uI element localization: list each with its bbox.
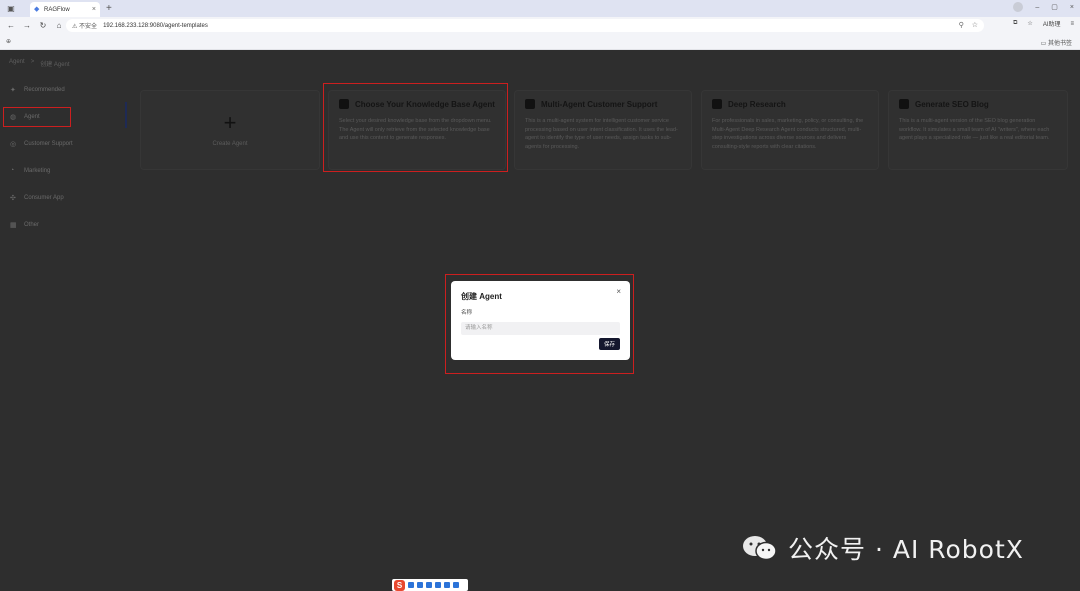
sidebar-item-label: Consumer App (24, 194, 64, 201)
customer-support-icon (525, 99, 535, 109)
back-icon[interactable]: ← (6, 21, 16, 30)
bookmarks-bar: ⊕ ▭ 其他书签 (0, 34, 1080, 50)
create-agent-modal: 创建 Agent × 名称 保存 (451, 281, 630, 360)
create-agent-label: Create Agent (212, 141, 248, 147)
template-card-deep-research[interactable]: Deep Research For professionals in sales… (701, 90, 879, 170)
bookmark-star-icon[interactable]: ☆ (972, 21, 978, 29)
profile-avatar[interactable] (1013, 2, 1024, 12)
ime-chinese-icon[interactable] (408, 582, 414, 588)
breadcrumb-separator: > (30, 59, 35, 65)
plus-icon: + (223, 110, 237, 135)
browser-tab[interactable]: ◆ RAGFlow × (30, 2, 100, 17)
tab-close-icon[interactable]: × (92, 6, 96, 13)
ai-assistant-label: AI助理 (1042, 22, 1061, 28)
sidebar-item-label: Other (24, 221, 40, 228)
address-bar-row: ← → ↻ ⌂ ⚠ 不安全 192.168.233.128:9080/agent… (0, 17, 1080, 34)
knowledge-base-icon (339, 99, 349, 109)
sidebar-item-consumer-app[interactable]: ✣ Consumer App (0, 185, 128, 210)
ragflow-favicon-icon: ◆ (34, 6, 40, 13)
window-menu-icon[interactable]: ▣ (4, 2, 18, 16)
template-card-header: Multi-Agent Customer Support (525, 99, 681, 109)
browser-tab-bar: ▣ ◆ RAGFlow × + – ▢ × (0, 0, 1080, 17)
reload-icon[interactable]: ↻ (38, 21, 48, 30)
template-description: This is a multi-agent version of the SEO… (899, 118, 1050, 141)
seo-blog-icon (899, 99, 909, 109)
ime-punctuation-icon[interactable] (417, 582, 423, 588)
other-bookmarks-label: 其他书签 (1047, 41, 1072, 47)
support-icon: ◎ (10, 140, 17, 148)
template-title: Multi-Agent Customer Support (541, 99, 658, 109)
sidebar-active-indicator (125, 102, 127, 128)
wechat-logo-icon (740, 533, 780, 563)
agent-name-input[interactable] (461, 321, 620, 335)
url-actions: ⚲ ☆ (959, 21, 978, 29)
minimize-icon[interactable]: – (1035, 4, 1039, 11)
marketing-icon: ◔ (10, 167, 15, 174)
ime-voice-icon[interactable] (426, 582, 432, 588)
template-title: Generate SEO Blog (915, 99, 989, 109)
app-icon: ✣ (10, 194, 16, 202)
ime-toolbar: S (392, 579, 468, 591)
modal-title: 创建 Agent (461, 292, 502, 301)
ime-keyboard-icon[interactable] (435, 582, 441, 588)
sidebar-item-marketing[interactable]: ◔ Marketing (0, 158, 128, 183)
insecure-warning[interactable]: ⚠ 不安全 (72, 21, 97, 30)
template-card-header: Generate SEO Blog (899, 99, 1057, 109)
grid-icon: ▦ (10, 221, 17, 229)
watermark-text: 公众号 · AI RobotX (788, 535, 1024, 564)
breadcrumb: Agent > 创建 Agent (9, 59, 70, 68)
template-category-sidebar: ✦ Recommended ◍ Agent ◎ Customer Support… (0, 77, 128, 237)
template-card-seo-blog[interactable]: Generate SEO Blog This is a multi-agent … (888, 90, 1068, 170)
star-icon: ✦ (10, 86, 16, 94)
template-description: This is a multi-agent system for intelli… (525, 118, 678, 150)
menu-icon[interactable]: ≡ (1070, 21, 1074, 27)
template-card-knowledge-base[interactable]: Choose Your Knowledge Base Agent Select … (328, 90, 506, 170)
other-bookmarks[interactable]: ▭ 其他书签 (1041, 38, 1072, 47)
template-description: For professionals in sales, marketing, p… (712, 118, 864, 150)
breadcrumb-current: 创建 Agent (40, 62, 70, 68)
restore-icon[interactable]: ▢ (1051, 3, 1058, 11)
name-label: 名称 (461, 310, 473, 316)
ai-assistant-button[interactable]: AI助理 (1043, 19, 1061, 28)
breadcrumb-root[interactable]: Agent (9, 59, 25, 68)
sidebar-item-label: Marketing (24, 167, 51, 174)
agent-icon: ◍ (10, 113, 17, 121)
save-button[interactable]: 保存 (599, 338, 620, 350)
url-field[interactable]: ⚠ 不安全 192.168.233.128:9080/agent-templat… (66, 19, 984, 32)
sidebar-item-label: Recommended (24, 86, 65, 93)
template-description: Select your desired knowledge base from … (339, 118, 492, 141)
sidebar-item-agent[interactable]: ◍ Agent (0, 104, 128, 129)
template-card-customer-support[interactable]: Multi-Agent Customer Support This is a m… (514, 90, 692, 170)
close-icon[interactable]: × (616, 287, 621, 296)
deep-research-icon (712, 99, 722, 109)
forward-icon[interactable]: → (22, 21, 32, 30)
sidebar-item-customer-support[interactable]: ◎ Customer Support (0, 131, 128, 156)
bookmark-apps-icon[interactable]: ⊕ (6, 38, 11, 45)
location-icon[interactable]: ⚲ (959, 21, 964, 29)
create-agent-card[interactable]: + Create Agent (140, 90, 320, 170)
insecure-label: 不安全 (79, 24, 98, 30)
template-card-header: Choose Your Knowledge Base Agent (339, 99, 495, 109)
favorites-icon[interactable]: ☆ (1027, 20, 1032, 27)
new-tab-icon[interactable]: + (106, 3, 112, 14)
template-card-header: Deep Research (712, 99, 868, 109)
sidebar-item-recommended[interactable]: ✦ Recommended (0, 77, 128, 102)
sogou-logo-icon[interactable]: S (394, 579, 405, 591)
watermark: 公众号 · AI RobotX (740, 530, 1024, 566)
sidebar-item-label: Agent (24, 113, 40, 120)
ime-skin-icon[interactable] (444, 582, 450, 588)
template-title: Choose Your Knowledge Base Agent (355, 99, 495, 109)
sidebar-item-label: Customer Support (24, 140, 73, 147)
url-text: 192.168.233.128:9080/agent-templates (103, 22, 208, 29)
sidebar-item-other[interactable]: ▦ Other (0, 212, 128, 237)
ime-toolbox-icon[interactable] (453, 582, 459, 588)
template-title: Deep Research (728, 99, 786, 109)
close-window-icon[interactable]: × (1070, 4, 1074, 11)
tab-title: RAGFlow (44, 6, 70, 13)
home-icon[interactable]: ⌂ (54, 21, 64, 30)
extensions-icon[interactable]: ⧉ (1013, 20, 1017, 27)
toolbar-right: ⧉ ☆ AI助理 ≡ (1013, 19, 1074, 28)
window-controls: – ▢ × (1013, 2, 1074, 12)
